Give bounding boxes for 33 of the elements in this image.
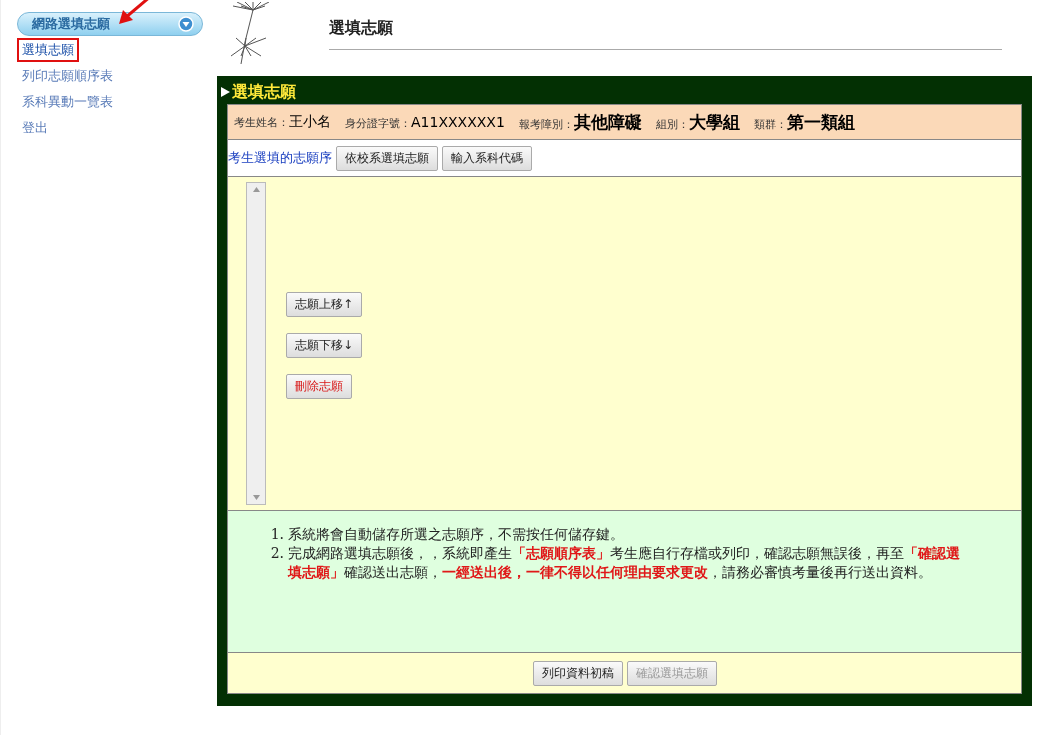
info-value: 王小名 bbox=[289, 113, 331, 131]
note-number: 1. bbox=[269, 525, 284, 544]
sidebar-link[interactable]: 登出 bbox=[17, 116, 53, 140]
sidebar-link[interactable]: 列印志願順序表 bbox=[17, 64, 118, 88]
toolbar-button[interactable]: 輸入系科代碼 bbox=[442, 145, 532, 171]
info-label: 身分證字號： bbox=[345, 115, 411, 131]
note-number: 2. bbox=[269, 544, 284, 563]
info-label: 考生姓名： bbox=[234, 115, 289, 130]
page-title: 選填志願 bbox=[329, 18, 394, 39]
info-label: 類群： bbox=[753, 116, 787, 132]
note-text: 系統將會自動儲存所選之志願序，不需按任何儲存鍵。 bbox=[288, 525, 624, 544]
scroll-up-icon[interactable] bbox=[252, 187, 260, 192]
info-value: 大學組 bbox=[688, 110, 740, 134]
sidebar-link[interactable]: 選填志願 bbox=[17, 38, 79, 62]
list-action-button[interactable]: 志願下移↓ bbox=[286, 333, 363, 358]
list-action-button[interactable]: 刪除志願 bbox=[286, 374, 352, 399]
info-label: 報考障別： bbox=[518, 116, 574, 132]
toolbar-label: 考生選填的志願序 bbox=[228, 149, 332, 167]
info-label: 組別： bbox=[655, 116, 689, 132]
scroll-down-icon[interactable] bbox=[252, 495, 260, 500]
footer-button[interactable]: 列印資料初稿 bbox=[532, 660, 623, 686]
note-text: 完成網路選填志願後，，系統即產生「志願順序表」考生應自行存檔或列印，確認志願無誤後，再至「確認選填志願」確認送出志願，一經送出後，一律不得以任何理由要求更改，請務必審慎考量後再行送出資料。 bbox=[288, 544, 961, 582]
toolbar-button[interactable]: 依校系選填志願 bbox=[336, 145, 438, 171]
info-value: 其他障礙 bbox=[573, 110, 642, 134]
triangle-icon bbox=[221, 87, 230, 97]
info-value: 第一類組 bbox=[786, 110, 855, 134]
sidebar-link[interactable]: 系科異動一覽表 bbox=[17, 90, 118, 114]
sidebar-menu-header[interactable]: 網路選填志願 bbox=[17, 12, 203, 36]
panel-title: 選填志願 bbox=[232, 81, 296, 103]
info-value: A11XXXXXX1 bbox=[411, 113, 505, 130]
list-action-button[interactable]: 志願上移↑ bbox=[286, 292, 363, 317]
dropdown-icon bbox=[178, 16, 194, 32]
choice-listbox[interactable] bbox=[246, 182, 266, 505]
